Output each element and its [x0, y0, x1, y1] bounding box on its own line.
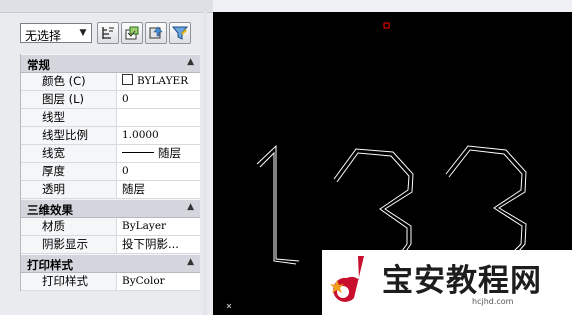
row-lineweight-value[interactable]: 随层	[122, 145, 181, 162]
row-plot-style-label: 打印样式	[21, 273, 117, 290]
row-layer-label: 图层 (L)	[21, 91, 117, 108]
select-objects-icon	[125, 26, 139, 40]
collapse-arrow-icon: ▲	[187, 257, 194, 267]
properties-palette: 无选择 ▼ 常规 ▲ 颜色 (C) BYLAYER 图层 (L) 0 线型 线型…	[0, 0, 214, 315]
site-watermark: 宝安教程网 hcjhd.com	[322, 250, 572, 315]
ucs-icon	[226, 303, 232, 309]
row-thickness-label: 厚度	[21, 163, 117, 180]
row-linetype[interactable]: 线型	[21, 109, 200, 127]
lineweight-sample-icon	[122, 152, 154, 153]
row-color-value-text: BYLAYER	[137, 75, 189, 87]
filter-button[interactable]	[169, 22, 191, 44]
row-transparency[interactable]: 透明 随层	[21, 181, 200, 199]
watermark-site-name: 宝安教程网	[382, 263, 542, 299]
collapse-arrow-icon: ▲	[187, 202, 194, 212]
selection-dropdown[interactable]: 无选择 ▼	[20, 23, 92, 43]
row-thickness-value[interactable]: 0	[122, 163, 129, 180]
row-lineweight-value-text: 随层	[158, 146, 181, 160]
grip-marker[interactable]	[383, 22, 390, 29]
text-glyph-one[interactable]	[256, 144, 300, 265]
row-material-label: 材质	[21, 218, 117, 235]
row-linetype-scale-label: 线型比例	[21, 127, 117, 144]
palette-toolbar: 无选择 ▼	[20, 22, 210, 47]
palette-scrollbar[interactable]	[203, 12, 207, 315]
row-linetype-scale[interactable]: 线型比例 1.0000	[21, 127, 200, 145]
row-transparency-value[interactable]: 随层	[122, 181, 145, 198]
row-layer[interactable]: 图层 (L) 0	[21, 91, 200, 109]
select-objects-button[interactable]	[121, 22, 143, 44]
color-swatch-icon	[122, 74, 133, 85]
row-material-value[interactable]: ByLayer	[122, 218, 166, 235]
row-lineweight-label: 线宽	[21, 145, 117, 162]
section-3d-effects-title: 三维效果	[27, 203, 73, 217]
row-shadow-display-value[interactable]: 投下阴影...	[122, 236, 179, 253]
section-plot-style[interactable]: 打印样式 ▲	[21, 254, 200, 273]
text-glyph-two[interactable]	[333, 148, 414, 258]
row-material[interactable]: 材质 ByLayer	[21, 218, 200, 236]
row-shadow-display-label: 阴影显示	[21, 236, 117, 253]
row-plot-style[interactable]: 打印样式 ByColor	[21, 273, 200, 291]
quick-select-button[interactable]	[145, 22, 167, 44]
text-glyph-three[interactable]	[445, 145, 527, 259]
row-thickness[interactable]: 厚度 0	[21, 163, 200, 181]
section-general[interactable]: 常规 ▲	[21, 54, 200, 73]
collapse-arrow-icon: ▲	[187, 57, 194, 67]
row-color[interactable]: 颜色 (C) BYLAYER	[21, 73, 200, 91]
row-layer-value[interactable]: 0	[122, 91, 129, 108]
row-shadow-display[interactable]: 阴影显示 投下阴影...	[21, 236, 200, 254]
row-linetype-label: 线型	[21, 109, 117, 126]
selection-dropdown-value: 无选择	[25, 29, 62, 43]
palette-title-bar[interactable]	[0, 0, 213, 13]
drawing-area-top-edge	[213, 0, 572, 12]
section-general-title: 常规	[27, 58, 50, 72]
site-logo-icon	[330, 256, 364, 302]
section-plot-style-title: 打印样式	[27, 258, 73, 272]
row-color-value[interactable]: BYLAYER	[122, 73, 188, 90]
toggle-pickadd-icon	[102, 27, 114, 39]
filter-icon	[172, 26, 188, 40]
row-color-label: 颜色 (C)	[21, 73, 117, 90]
watermark-url: hcjhd.com	[472, 297, 514, 306]
toggle-pickadd-button[interactable]	[97, 22, 119, 44]
chevron-down-icon: ▼	[79, 28, 87, 38]
property-grid: 常规 ▲ 颜色 (C) BYLAYER 图层 (L) 0 线型 线型比例 1.0…	[20, 54, 200, 291]
row-plot-style-value[interactable]: ByColor	[122, 273, 165, 290]
section-3d-effects[interactable]: 三维效果 ▲	[21, 199, 200, 218]
row-transparency-label: 透明	[21, 181, 117, 198]
row-lineweight[interactable]: 线宽 随层	[21, 145, 200, 163]
row-linetype-scale-value[interactable]: 1.0000	[122, 127, 159, 144]
quick-select-icon	[149, 26, 163, 39]
